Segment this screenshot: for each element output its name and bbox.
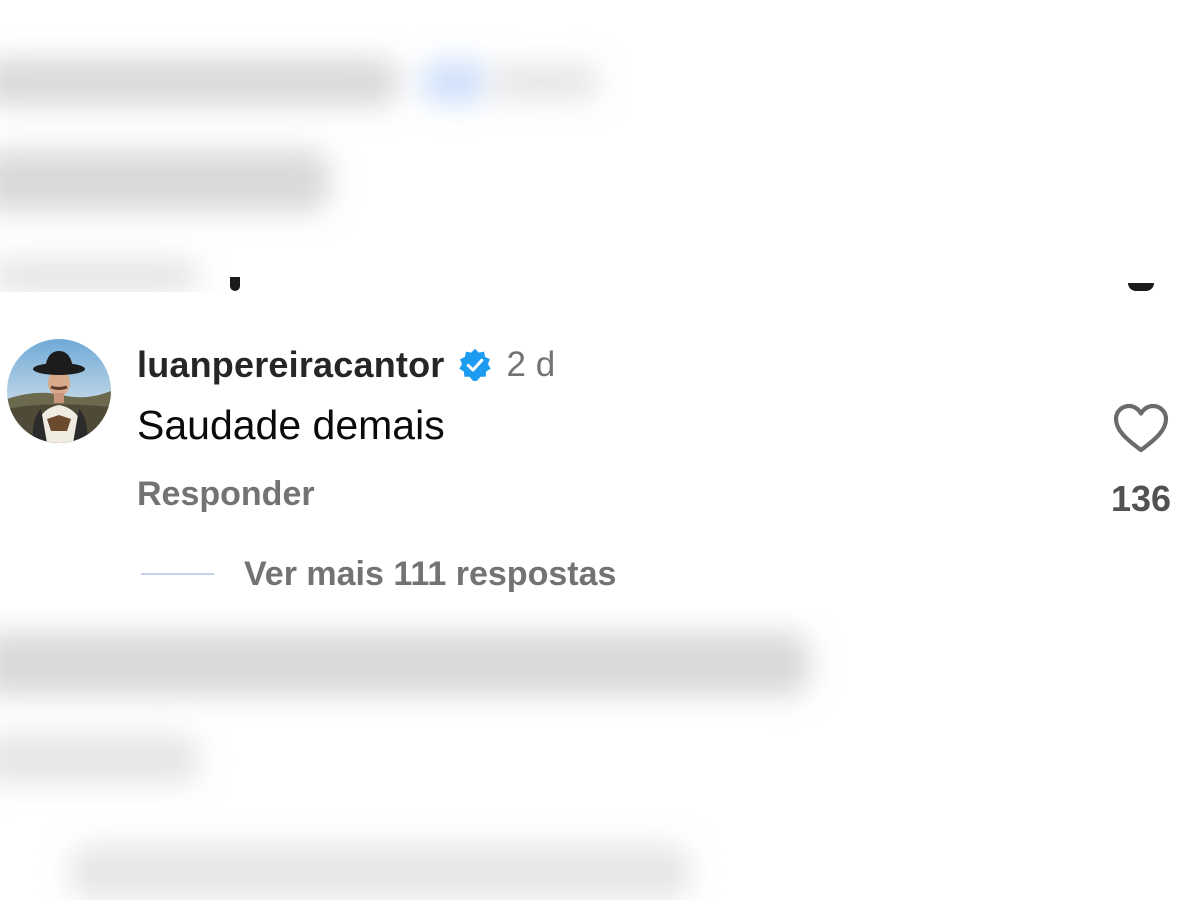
cropped-glyph <box>230 277 240 291</box>
blurred-link <box>420 60 490 104</box>
username[interactable]: luanpereiracantor <box>137 344 445 386</box>
verified-badge-icon <box>457 347 493 383</box>
replies-divider <box>141 573 214 575</box>
comments-screen: luanpereiracantor 2 d Saudade demais Res… <box>0 0 1200 900</box>
blurred-text-line <box>490 64 600 100</box>
avatar[interactable] <box>7 339 111 443</box>
blurred-text-line <box>0 632 810 696</box>
blurred-previous-comment <box>0 0 1200 292</box>
comment-item: luanpereiracantor 2 d Saudade demais Res… <box>0 292 1200 608</box>
blurred-next-comment <box>0 608 1200 900</box>
comment-header: luanpereiracantor 2 d <box>137 342 555 388</box>
comment-text: Saudade demais <box>137 402 445 448</box>
reply-button[interactable]: Responder <box>137 475 315 514</box>
blurred-text-line <box>0 150 330 212</box>
comment-timestamp: 2 d <box>506 345 556 384</box>
avatar-image <box>7 339 111 443</box>
view-replies-label: Ver mais 111 respostas <box>244 554 617 593</box>
cropped-glyph <box>1128 283 1154 291</box>
blurred-text-line <box>70 844 690 900</box>
blurred-text-line <box>0 58 400 106</box>
blurred-text-line <box>0 734 200 784</box>
view-replies-button[interactable]: Ver mais 111 respostas <box>141 554 616 594</box>
like-count: 136 <box>1110 478 1172 519</box>
heart-outline-icon <box>1113 403 1169 453</box>
blurred-text-line <box>0 258 200 292</box>
like-button[interactable] <box>1112 402 1170 456</box>
